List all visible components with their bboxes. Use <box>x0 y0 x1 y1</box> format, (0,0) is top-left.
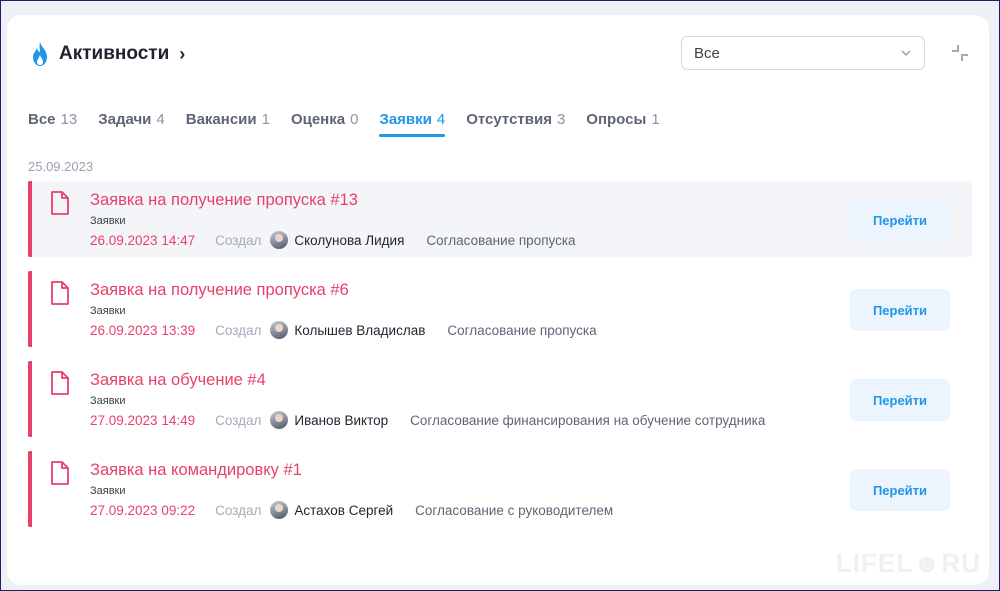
request-list: Заявка на получение пропуска #13 Заявки … <box>28 181 972 541</box>
process-name: Согласование пропуска <box>447 322 597 338</box>
fire-icon <box>33 42 47 66</box>
tab-label: Заявки <box>379 111 432 128</box>
list-item[interactable]: Заявка на получение пропуска #6 Заявки 2… <box>28 271 972 347</box>
tab-count: 1 <box>261 111 270 128</box>
go-button[interactable]: Перейти <box>850 379 950 421</box>
request-title[interactable]: Заявка на получение пропуска #13 <box>90 191 358 210</box>
tab-vacancies[interactable]: Вакансии 1 <box>186 111 270 137</box>
chevron-down-icon <box>901 50 911 57</box>
request-meta: 26.09.2023 13:39 Создал Колышев Владисла… <box>90 321 597 339</box>
document-icon <box>51 281 69 305</box>
request-datetime: 26.09.2023 13:39 <box>90 322 196 338</box>
tab-label: Вакансии <box>185 111 257 128</box>
document-icon <box>51 371 69 395</box>
request-type: Заявки <box>90 305 126 317</box>
list-item[interactable]: Заявка на получение пропуска #13 Заявки … <box>28 181 972 257</box>
request-title[interactable]: Заявка на получение пропуска #6 <box>90 281 349 300</box>
author-name: Иванов Виктор <box>294 412 389 428</box>
avatar <box>270 501 289 519</box>
document-icon <box>51 461 69 485</box>
avatar <box>270 231 289 249</box>
go-button[interactable]: Перейти <box>850 199 950 241</box>
process-name: Согласование пропуска <box>426 232 576 248</box>
tab-assessment[interactable]: Оценка 0 <box>291 111 358 137</box>
tab-tasks[interactable]: Задачи 4 <box>98 111 165 137</box>
date-group-header: 25.09.2023 <box>28 159 94 174</box>
tab-surveys[interactable]: Опросы 1 <box>586 111 659 137</box>
process-name: Согласование финансирования на обучение … <box>410 412 766 428</box>
tab-count: 0 <box>350 111 359 128</box>
created-by-label: Создал <box>215 232 262 248</box>
tab-count: 3 <box>556 111 566 128</box>
tab-requests[interactable]: Заявки 4 <box>379 111 445 137</box>
filter-select[interactable]: Все <box>681 36 925 70</box>
request-datetime: 26.09.2023 14:47 <box>90 232 196 248</box>
request-type: Заявки <box>90 215 126 227</box>
list-item[interactable]: Заявка на командировку #1 Заявки 27.09.2… <box>28 451 972 527</box>
tab-count: 4 <box>436 111 446 128</box>
filter-select-value: Все <box>694 44 720 62</box>
tab-label: Все <box>28 111 56 128</box>
watermark: LIFEL☻RU <box>835 548 981 578</box>
tab-count: 13 <box>60 111 78 128</box>
activities-header[interactable]: Активности › <box>29 41 185 67</box>
request-title[interactable]: Заявка на обучение #4 <box>90 371 266 390</box>
document-icon <box>51 191 69 215</box>
request-datetime: 27.09.2023 14:49 <box>90 412 196 428</box>
tab-count: 1 <box>651 111 660 128</box>
process-name: Согласование с руководителем <box>415 502 614 518</box>
created-by-label: Создал <box>215 322 262 338</box>
collapse-icon[interactable] <box>949 42 971 64</box>
list-item[interactable]: Заявка на обучение #4 Заявки 27.09.2023 … <box>28 361 972 437</box>
tab-bar: Все 13 Задачи 4 Вакансии 1 Оценка 0 Заявки 4 … <box>28 111 681 137</box>
tab-count: 4 <box>156 111 165 128</box>
chevron-right-icon: › <box>179 43 186 64</box>
avatar <box>270 321 289 339</box>
tab-label: Отсутствия <box>466 111 552 128</box>
request-meta: 27.09.2023 09:22 Создал Астахов Сергей С… <box>90 501 613 519</box>
tab-label: Задачи <box>98 111 152 128</box>
request-meta: 26.09.2023 14:47 Создал Сколунова Лидия … <box>90 231 576 249</box>
created-by-label: Создал <box>215 412 262 428</box>
go-button[interactable]: Перейти <box>850 289 950 331</box>
request-title[interactable]: Заявка на командировку #1 <box>90 461 302 480</box>
request-type: Заявки <box>90 395 126 407</box>
tab-all[interactable]: Все 13 <box>28 111 77 137</box>
page-title: Активности <box>59 43 170 64</box>
window-frame: Активности › Все Все 13 Задачи 4 Вакансии 1… <box>0 0 1000 591</box>
avatar <box>270 411 289 429</box>
author-name: Астахов Сергей <box>294 502 394 518</box>
tab-absences[interactable]: Отсутствия 3 <box>466 111 565 137</box>
tab-label: Оценка <box>290 111 346 128</box>
author-name: Колышев Владислав <box>294 322 426 338</box>
author-name: Сколунова Лидия <box>294 232 405 248</box>
created-by-label: Создал <box>215 502 262 518</box>
tab-label: Опросы <box>586 111 647 128</box>
activities-card: Активности › Все Все 13 Задачи 4 Вакансии 1… <box>7 15 989 585</box>
go-button[interactable]: Перейти <box>850 469 950 511</box>
request-type: Заявки <box>90 485 126 497</box>
request-datetime: 27.09.2023 09:22 <box>90 502 196 518</box>
request-meta: 27.09.2023 14:49 Создал Иванов Виктор Со… <box>90 411 765 429</box>
